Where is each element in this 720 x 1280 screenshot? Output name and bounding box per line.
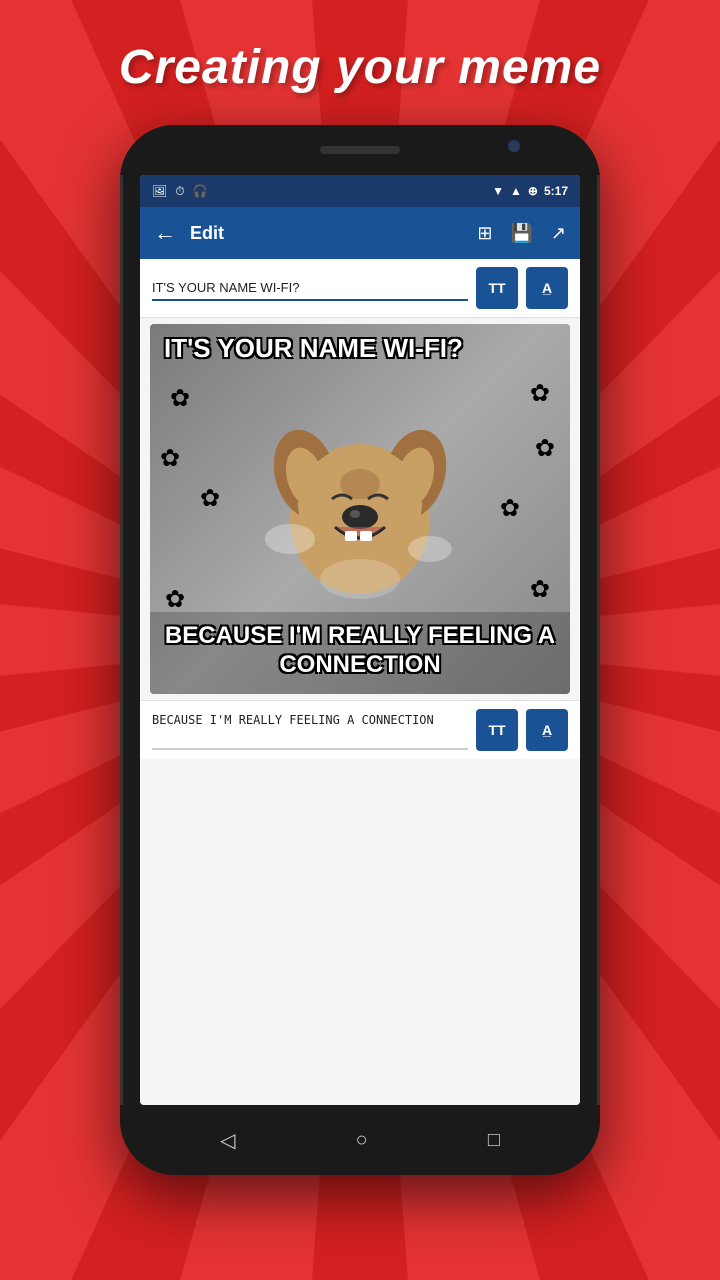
leaf-decor-4: ✿: [535, 434, 555, 463]
app-bar-actions: ⊞ 💾 ↗: [477, 223, 566, 244]
save-button[interactable]: 💾: [510, 223, 532, 244]
top-text-input[interactable]: [152, 276, 468, 301]
back-button[interactable]: ←: [154, 220, 176, 246]
bottom-text-color-button[interactable]: A̲: [526, 709, 568, 751]
battery-icon: ⊕: [528, 184, 538, 198]
crop-button[interactable]: ⊞: [477, 223, 492, 244]
leaf-decor-2: ✿: [530, 379, 550, 408]
speaker: [320, 146, 400, 154]
bottom-text-input[interactable]: [152, 709, 468, 750]
bottom-text-format-icon: TT: [488, 722, 505, 738]
phone-top: [120, 125, 600, 175]
bottom-text-color-icon: A̲: [542, 722, 552, 738]
share-button[interactable]: ↗: [551, 223, 566, 244]
nav-recent-button[interactable]: □: [488, 1129, 500, 1152]
bottom-text-format-button[interactable]: TT: [476, 709, 518, 751]
dog-image: [260, 409, 460, 609]
phone-nav-bar: ◁ ○ □: [120, 1105, 600, 1175]
text-format-icon: TT: [488, 280, 505, 296]
status-right: ▼ ▲ ⊕ 5:17: [492, 184, 568, 198]
top-text-color-button[interactable]: A̲: [526, 267, 568, 309]
leaf-decor-5: ✿: [165, 585, 185, 614]
meme-bottom-text: BECAUSE I'M REALLY FEELING A CONNECTION: [150, 612, 570, 694]
content-area: TT A̲ IT'S YOUR NAME WI-FI? ✿ ✿ ✿ ✿ ✿ ✿: [140, 259, 580, 1105]
wifi-icon: ▼: [492, 184, 504, 198]
leaf-decor-3: ✿: [160, 444, 180, 473]
top-text-input-row: TT A̲: [140, 259, 580, 318]
status-time: 5:17: [544, 184, 568, 198]
status-clock-icon: ⏱: [175, 184, 184, 199]
nav-home-button[interactable]: ○: [356, 1129, 368, 1152]
app-bar: ← Edit ⊞ 💾 ↗: [140, 207, 580, 259]
signal-icon: ▲: [510, 184, 522, 198]
leaf-decor-8: ✿: [500, 494, 520, 523]
nav-back-button[interactable]: ◁: [220, 1128, 235, 1153]
status-left-icons: 🖼 ⏱ 🎧: [152, 184, 208, 199]
status-image-icon: 🖼: [152, 184, 167, 198]
leaf-decor-1: ✿: [170, 384, 190, 413]
leaf-decor-6: ✿: [530, 575, 550, 604]
text-color-icon: A̲: [542, 280, 552, 296]
status-bar: 🖼 ⏱ 🎧 ▼ ▲ ⊕ 5:17: [140, 175, 580, 207]
meme-top-text: IT'S YOUR NAME WI-FI?: [150, 324, 570, 373]
page-title: Creating your meme: [119, 40, 601, 95]
bottom-text-input-row: TT A̲: [140, 700, 580, 759]
meme-container: IT'S YOUR NAME WI-FI? ✿ ✿ ✿ ✿ ✿ ✿ ✿ ✿: [150, 324, 570, 694]
front-camera: [508, 140, 520, 152]
top-text-format-button[interactable]: TT: [476, 267, 518, 309]
leaf-decor-7: ✿: [200, 484, 220, 513]
status-notif-icon: 🎧: [193, 184, 208, 198]
phone-screen: 🖼 ⏱ 🎧 ▼ ▲ ⊕ 5:17 ← Edit ⊞ 💾 ↗: [140, 175, 580, 1105]
meme-canvas: IT'S YOUR NAME WI-FI? ✿ ✿ ✿ ✿ ✿ ✿ ✿ ✿: [150, 324, 570, 694]
phone-shell: 🖼 ⏱ 🎧 ▼ ▲ ⊕ 5:17 ← Edit ⊞ 💾 ↗: [120, 125, 600, 1175]
app-bar-title: Edit: [190, 223, 477, 244]
